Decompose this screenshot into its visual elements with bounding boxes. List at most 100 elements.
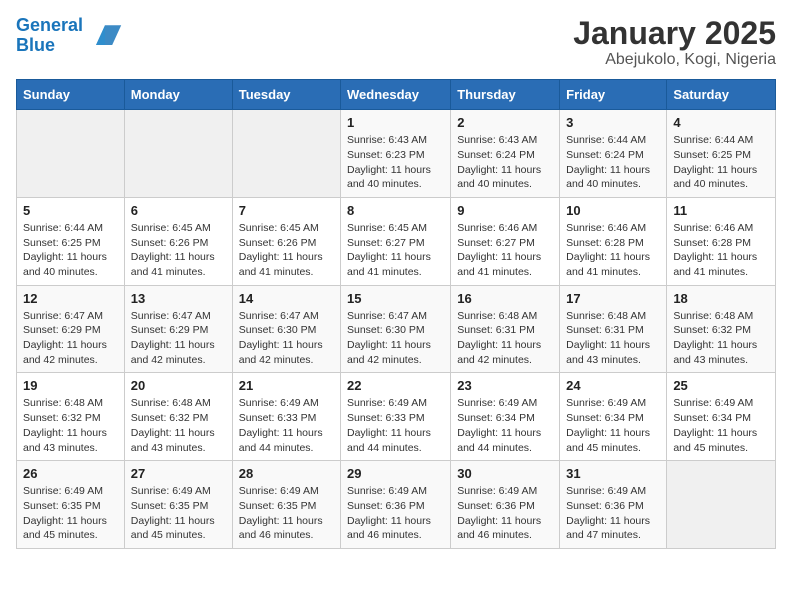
day-number: 19 [23, 378, 118, 393]
day-number: 4 [673, 115, 769, 130]
logo-blue: Blue [16, 36, 83, 56]
day-detail: Sunrise: 6:46 AM Sunset: 6:28 PM Dayligh… [566, 221, 660, 280]
day-number: 27 [131, 466, 226, 481]
day-number: 13 [131, 291, 226, 306]
day-detail: Sunrise: 6:45 AM Sunset: 6:26 PM Dayligh… [131, 221, 226, 280]
calendar-cell: 18 Sunrise: 6:48 AM Sunset: 6:32 PM Dayli… [667, 285, 776, 373]
calendar-cell: 1 Sunrise: 6:43 AM Sunset: 6:23 PM Daylig… [341, 110, 451, 198]
calendar-cell: 4 Sunrise: 6:44 AM Sunset: 6:25 PM Daylig… [667, 110, 776, 198]
calendar-cell: 20 Sunrise: 6:48 AM Sunset: 6:32 PM Dayli… [124, 373, 232, 461]
day-number: 17 [566, 291, 660, 306]
day-number: 14 [239, 291, 334, 306]
day-number: 1 [347, 115, 444, 130]
page-header: General Blue January 2025 Abejukolo, Kog… [16, 16, 776, 69]
calendar-cell [667, 461, 776, 549]
day-number: 6 [131, 203, 226, 218]
calendar-cell: 21 Sunrise: 6:49 AM Sunset: 6:33 PM Dayli… [232, 373, 340, 461]
calendar-cell: 12Sunrise: 6:47 AM Sunset: 6:29 PM Dayli… [17, 285, 125, 373]
day-detail: Sunrise: 6:49 AM Sunset: 6:33 PM Dayligh… [239, 396, 334, 455]
day-number: 11 [673, 203, 769, 218]
calendar-cell: 30 Sunrise: 6:49 AM Sunset: 6:36 PM Dayli… [451, 461, 560, 549]
calendar-cell: 3 Sunrise: 6:44 AM Sunset: 6:24 PM Daylig… [560, 110, 667, 198]
calendar-title: January 2025 [573, 16, 776, 51]
calendar-cell: 9Sunrise: 6:46 AM Sunset: 6:27 PM Daylig… [451, 197, 560, 285]
day-number: 7 [239, 203, 334, 218]
day-detail: Sunrise: 6:49 AM Sunset: 6:34 PM Dayligh… [566, 396, 660, 455]
day-detail: Sunrise: 6:44 AM Sunset: 6:25 PM Dayligh… [673, 133, 769, 192]
weekday-header: Saturday [667, 80, 776, 110]
day-number: 3 [566, 115, 660, 130]
logo-general: General [16, 15, 83, 35]
day-detail: Sunrise: 6:44 AM Sunset: 6:25 PM Dayligh… [23, 221, 118, 280]
calendar-week-row: 1 Sunrise: 6:43 AM Sunset: 6:23 PM Daylig… [17, 110, 776, 198]
day-number: 2 [457, 115, 553, 130]
day-number: 28 [239, 466, 334, 481]
calendar-cell: 5Sunrise: 6:44 AM Sunset: 6:25 PM Daylig… [17, 197, 125, 285]
day-detail: Sunrise: 6:46 AM Sunset: 6:28 PM Dayligh… [673, 221, 769, 280]
day-detail: Sunrise: 6:48 AM Sunset: 6:32 PM Dayligh… [131, 396, 226, 455]
day-number: 30 [457, 466, 553, 481]
day-detail: Sunrise: 6:44 AM Sunset: 6:24 PM Dayligh… [566, 133, 660, 192]
calendar-cell: 15 Sunrise: 6:47 AM Sunset: 6:30 PM Dayli… [341, 285, 451, 373]
calendar-cell: 6 Sunrise: 6:45 AM Sunset: 6:26 PM Daylig… [124, 197, 232, 285]
day-detail: Sunrise: 6:48 AM Sunset: 6:31 PM Dayligh… [566, 309, 660, 368]
calendar-table: SundayMondayTuesdayWednesdayThursdayFrid… [16, 79, 776, 549]
day-number: 25 [673, 378, 769, 393]
calendar-cell: 17 Sunrise: 6:48 AM Sunset: 6:31 PM Dayli… [560, 285, 667, 373]
day-number: 29 [347, 466, 444, 481]
day-detail: Sunrise: 6:43 AM Sunset: 6:24 PM Dayligh… [457, 133, 553, 192]
calendar-cell: 2 Sunrise: 6:43 AM Sunset: 6:24 PM Daylig… [451, 110, 560, 198]
calendar-cell: 7Sunrise: 6:45 AM Sunset: 6:26 PM Daylig… [232, 197, 340, 285]
day-detail: Sunrise: 6:49 AM Sunset: 6:33 PM Dayligh… [347, 396, 444, 455]
day-number: 24 [566, 378, 660, 393]
day-detail: Sunrise: 6:43 AM Sunset: 6:23 PM Dayligh… [347, 133, 444, 192]
day-detail: Sunrise: 6:48 AM Sunset: 6:32 PM Dayligh… [673, 309, 769, 368]
day-number: 18 [673, 291, 769, 306]
calendar-cell: 8 Sunrise: 6:45 AM Sunset: 6:27 PM Daylig… [341, 197, 451, 285]
day-detail: Sunrise: 6:49 AM Sunset: 6:34 PM Dayligh… [457, 396, 553, 455]
day-detail: Sunrise: 6:46 AM Sunset: 6:27 PM Dayligh… [457, 221, 553, 280]
day-detail: Sunrise: 6:49 AM Sunset: 6:35 PM Dayligh… [23, 484, 118, 543]
day-detail: Sunrise: 6:48 AM Sunset: 6:32 PM Dayligh… [23, 396, 118, 455]
day-number: 21 [239, 378, 334, 393]
day-number: 26 [23, 466, 118, 481]
calendar-week-row: 19 Sunrise: 6:48 AM Sunset: 6:32 PM Dayli… [17, 373, 776, 461]
calendar-cell: 11 Sunrise: 6:46 AM Sunset: 6:28 PM Dayli… [667, 197, 776, 285]
calendar-cell [17, 110, 125, 198]
day-detail: Sunrise: 6:47 AM Sunset: 6:29 PM Dayligh… [131, 309, 226, 368]
calendar-week-row: 26 Sunrise: 6:49 AM Sunset: 6:35 PM Dayli… [17, 461, 776, 549]
title-block: January 2025 Abejukolo, Kogi, Nigeria [573, 16, 776, 69]
day-detail: Sunrise: 6:49 AM Sunset: 6:34 PM Dayligh… [673, 396, 769, 455]
day-detail: Sunrise: 6:49 AM Sunset: 6:35 PM Dayligh… [131, 484, 226, 543]
logo-text: General [16, 16, 83, 36]
day-number: 22 [347, 378, 444, 393]
day-number: 31 [566, 466, 660, 481]
calendar-cell: 23Sunrise: 6:49 AM Sunset: 6:34 PM Dayli… [451, 373, 560, 461]
day-number: 15 [347, 291, 444, 306]
calendar-cell: 24 Sunrise: 6:49 AM Sunset: 6:34 PM Dayli… [560, 373, 667, 461]
calendar-cell: 29 Sunrise: 6:49 AM Sunset: 6:36 PM Dayli… [341, 461, 451, 549]
day-detail: Sunrise: 6:45 AM Sunset: 6:27 PM Dayligh… [347, 221, 444, 280]
calendar-week-row: 5Sunrise: 6:44 AM Sunset: 6:25 PM Daylig… [17, 197, 776, 285]
day-detail: Sunrise: 6:49 AM Sunset: 6:36 PM Dayligh… [566, 484, 660, 543]
day-number: 20 [131, 378, 226, 393]
calendar-cell: 25 Sunrise: 6:49 AM Sunset: 6:34 PM Dayli… [667, 373, 776, 461]
weekday-header: Sunday [17, 80, 125, 110]
logo-icon [87, 18, 123, 54]
calendar-cell: 26 Sunrise: 6:49 AM Sunset: 6:35 PM Dayli… [17, 461, 125, 549]
logo: General Blue [16, 16, 123, 56]
day-number: 16 [457, 291, 553, 306]
day-detail: Sunrise: 6:49 AM Sunset: 6:35 PM Dayligh… [239, 484, 334, 543]
day-detail: Sunrise: 6:49 AM Sunset: 6:36 PM Dayligh… [347, 484, 444, 543]
logo-blue-text: Blue [16, 35, 55, 55]
calendar-header-row: SundayMondayTuesdayWednesdayThursdayFrid… [17, 80, 776, 110]
day-detail: Sunrise: 6:48 AM Sunset: 6:31 PM Dayligh… [457, 309, 553, 368]
calendar-cell: 22 Sunrise: 6:49 AM Sunset: 6:33 PM Dayli… [341, 373, 451, 461]
weekday-header: Tuesday [232, 80, 340, 110]
calendar-subtitle: Abejukolo, Kogi, Nigeria [573, 51, 776, 69]
day-detail: Sunrise: 6:49 AM Sunset: 6:36 PM Dayligh… [457, 484, 553, 543]
calendar-cell: 28 Sunrise: 6:49 AM Sunset: 6:35 PM Dayli… [232, 461, 340, 549]
calendar-cell: 13 Sunrise: 6:47 AM Sunset: 6:29 PM Dayli… [124, 285, 232, 373]
day-detail: Sunrise: 6:47 AM Sunset: 6:30 PM Dayligh… [347, 309, 444, 368]
day-number: 8 [347, 203, 444, 218]
